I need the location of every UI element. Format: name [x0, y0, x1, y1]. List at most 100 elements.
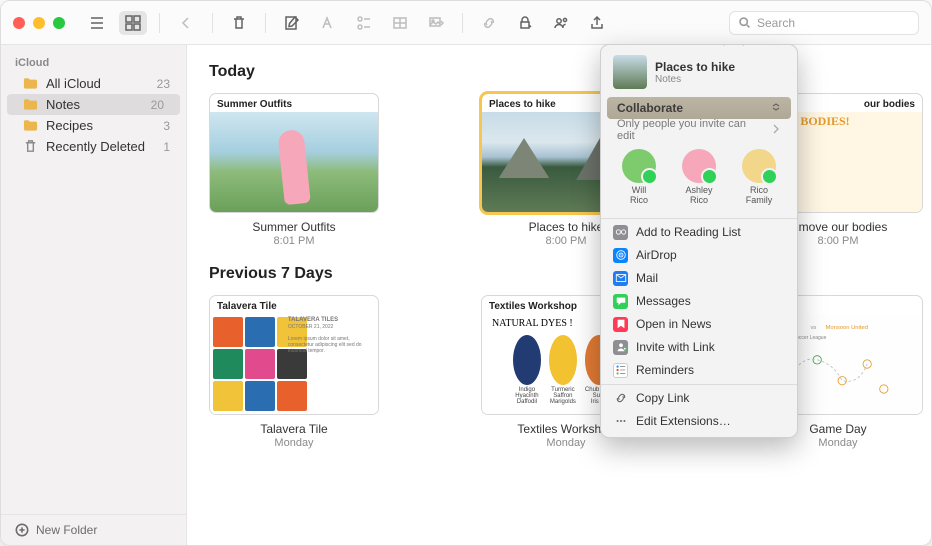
permissions-label: Only people you invite can edit — [617, 118, 765, 142]
people-row: WillRico AshleyRico RicoFamily — [601, 141, 797, 216]
format-button[interactable] — [314, 11, 342, 35]
sidebar-item-all-icloud[interactable]: All iCloud 23 — [1, 73, 186, 94]
menu-label: Reminders — [636, 363, 694, 377]
sidebar-item-notes[interactable]: Notes 20 — [7, 94, 180, 115]
menu-label: Mail — [636, 271, 658, 285]
lock-button[interactable] — [511, 11, 539, 35]
card-time: Monday — [753, 437, 923, 449]
back-button[interactable] — [172, 11, 200, 35]
menu-label: Add to Reading List — [636, 225, 741, 239]
popover-thumb — [613, 55, 647, 89]
card-title: Summer Outfits — [209, 220, 379, 234]
menu-label: Edit Extensions… — [636, 414, 731, 428]
sidebar-item-recently-deleted[interactable]: Recently Deleted 1 — [1, 136, 186, 157]
sidebar-item-label: Notes — [46, 97, 80, 112]
search-placeholder: Search — [757, 16, 795, 30]
share-menu-item[interactable]: AirDrop — [601, 244, 797, 267]
window-controls — [13, 17, 65, 29]
share-person[interactable]: AshleyRico — [682, 149, 716, 206]
trash-icon — [23, 139, 38, 154]
share-popover: Places to hike Notes Collaborate Only pe… — [600, 44, 798, 438]
copy-link-item[interactable]: Copy Link — [601, 387, 797, 410]
minimize-window-button[interactable] — [33, 17, 45, 29]
sidebar-item-label: Recipes — [46, 118, 93, 133]
gallery-main: Today Summer Outfits Summer Outfits 8:01… — [187, 45, 931, 545]
share-menu-item[interactable]: Mail — [601, 267, 797, 290]
menu-label: Invite with Link — [636, 340, 715, 354]
new-folder-label: New Folder — [36, 523, 97, 537]
sidebar-item-count: 20 — [151, 98, 168, 112]
sidebar: iCloud All iCloud 23 Notes 20 Recipes 3 … — [1, 45, 187, 545]
card-time: Monday — [209, 437, 379, 449]
popover-title: Places to hike — [655, 60, 735, 74]
search-icon — [738, 16, 751, 29]
thumb-title: Talavera Tile — [210, 296, 378, 314]
search-field[interactable]: Search — [729, 11, 919, 35]
collaborate-dropdown[interactable]: Collaborate — [607, 97, 791, 119]
card-time: Monday — [481, 437, 651, 449]
card-time: 8:01 PM — [209, 235, 379, 247]
delete-button[interactable] — [225, 11, 253, 35]
folder-icon — [23, 97, 38, 112]
thumb-title: Summer Outfits — [210, 94, 378, 112]
messages-icon — [613, 294, 628, 309]
sidebar-item-label: Recently Deleted — [46, 139, 145, 154]
note-card[interactable]: Summer Outfits Summer Outfits 8:01 PM — [209, 93, 379, 247]
zoom-window-button[interactable] — [53, 17, 65, 29]
edit-extensions-item[interactable]: Edit Extensions… — [601, 410, 797, 437]
dropdown-caret-icon — [771, 101, 781, 115]
popover-header: Places to hike Notes — [601, 45, 797, 97]
gallery-view-button[interactable] — [119, 11, 147, 35]
sidebar-item-label: All iCloud — [46, 76, 101, 91]
link-note-button[interactable] — [475, 11, 503, 35]
avatar — [742, 149, 776, 183]
close-window-button[interactable] — [13, 17, 25, 29]
menu-label: AirDrop — [636, 248, 677, 262]
menu-label: Copy Link — [636, 391, 689, 405]
menu-label: Messages — [636, 294, 691, 308]
folder-icon — [23, 118, 38, 133]
svg-text:Monsoon United: Monsoon United — [826, 325, 868, 331]
share-person[interactable]: WillRico — [622, 149, 656, 206]
more-icon — [613, 414, 628, 429]
sidebar-item-count: 3 — [163, 119, 174, 133]
menu-label: Open in News — [636, 317, 711, 331]
media-button[interactable] — [422, 11, 450, 35]
reading-icon — [613, 225, 628, 240]
collaborate-label: Collaborate — [617, 101, 683, 115]
svg-text:vs: vs — [811, 325, 817, 331]
toolbar: Search — [1, 1, 931, 45]
checklist-button[interactable] — [350, 11, 378, 35]
sidebar-section-label: iCloud — [1, 53, 186, 73]
airdrop-icon — [613, 248, 628, 263]
permissions-row[interactable]: Only people you invite can edit — [607, 119, 791, 141]
news-icon — [613, 317, 628, 332]
share-menu-item[interactable]: Add to Reading List — [601, 221, 797, 244]
sidebar-item-recipes[interactable]: Recipes 3 — [1, 115, 186, 136]
share-button[interactable] — [583, 11, 611, 35]
section-title-today: Today — [209, 63, 909, 81]
avatar — [622, 149, 656, 183]
share-menu-item[interactable]: Reminders — [601, 359, 797, 382]
list-view-button[interactable] — [83, 11, 111, 35]
new-note-button[interactable] — [278, 11, 306, 35]
avatar — [682, 149, 716, 183]
share-menu-item[interactable]: Open in News — [601, 313, 797, 336]
new-folder-button[interactable]: New Folder — [1, 514, 186, 545]
chevron-right-icon — [771, 124, 781, 137]
section-title-prev7: Previous 7 Days — [209, 265, 909, 283]
link-icon — [613, 340, 628, 355]
reminders-icon — [613, 363, 628, 378]
folder-icon — [23, 76, 38, 91]
sidebar-item-count: 23 — [157, 77, 174, 91]
share-menu-item[interactable]: Messages — [601, 290, 797, 313]
collaborate-button[interactable] — [547, 11, 575, 35]
share-person[interactable]: RicoFamily — [742, 149, 776, 206]
table-button[interactable] — [386, 11, 414, 35]
popover-subtitle: Notes — [655, 74, 735, 85]
card-title: Talavera Tile — [209, 422, 379, 436]
mail-icon — [613, 271, 628, 286]
note-card[interactable]: Talavera Tile TALAVERA TILESOCTOBER 21, … — [209, 295, 379, 449]
sidebar-item-count: 1 — [163, 140, 174, 154]
share-menu-item[interactable]: Invite with Link — [601, 336, 797, 359]
